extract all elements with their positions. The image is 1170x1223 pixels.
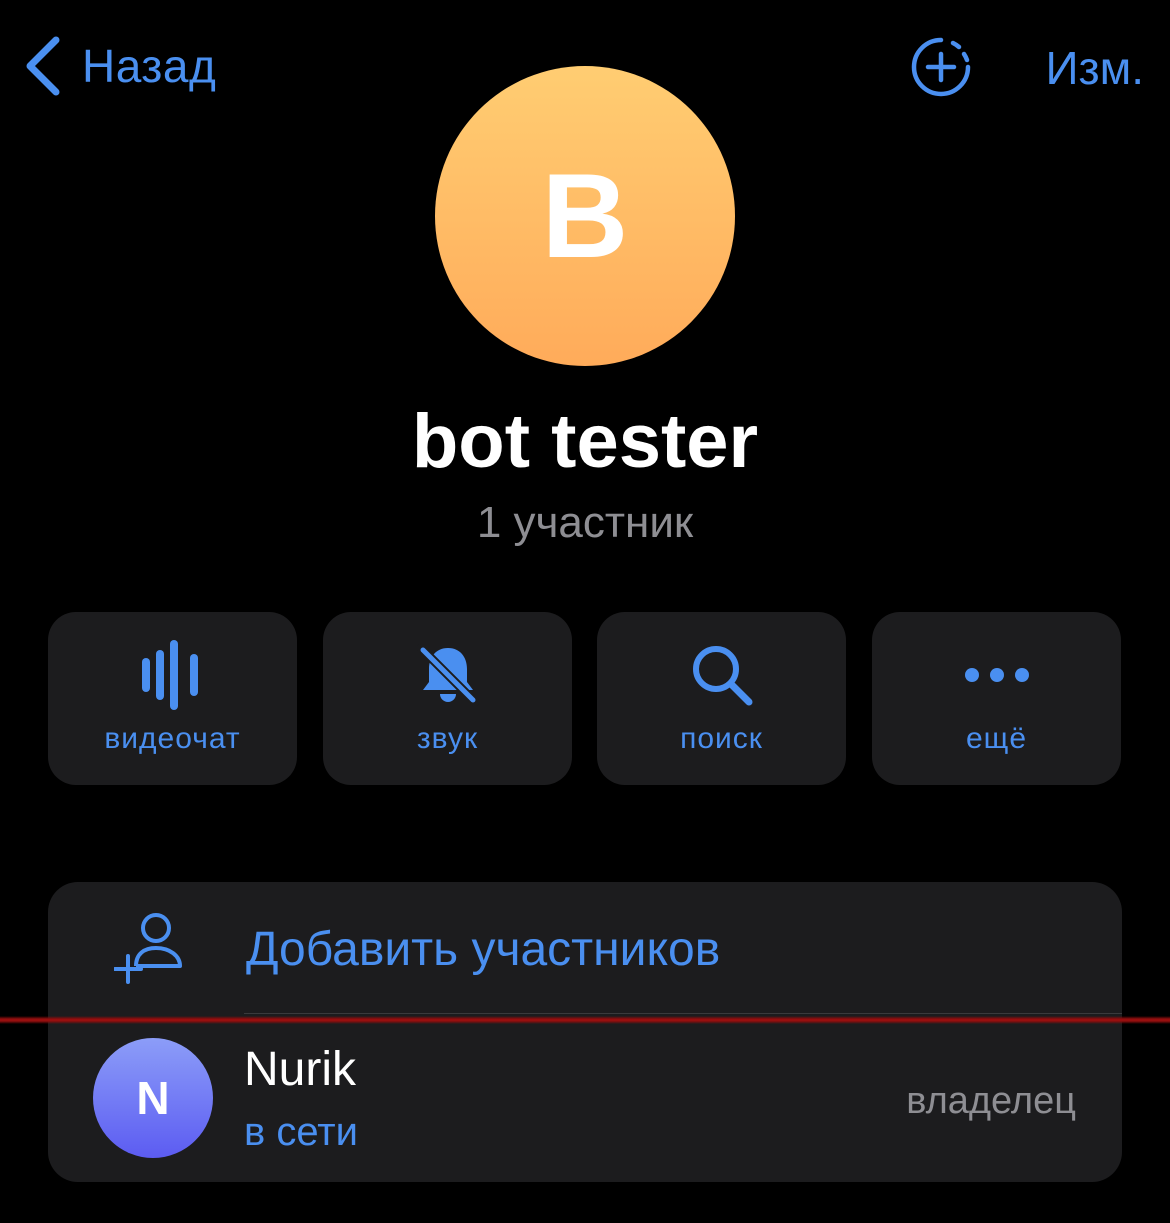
bell-muted-icon <box>323 640 572 710</box>
annotation-line <box>0 1016 1170 1024</box>
add-members-button[interactable]: Добавить участников <box>48 882 1122 1014</box>
voice-chat-label: видеочат <box>104 722 241 755</box>
search-button[interactable]: поиск <box>597 612 846 785</box>
mute-button[interactable]: звук <box>323 612 572 785</box>
voice-chat-icon <box>48 640 297 710</box>
member-row[interactable]: N Nurik в сети владелец <box>48 1014 1122 1182</box>
more-dots-icon <box>872 640 1121 710</box>
group-avatar-letter: B <box>541 149 629 283</box>
member-role-badge: владелец <box>906 1080 1076 1122</box>
back-button[interactable]: Назад <box>18 30 216 102</box>
add-members-label: Добавить участников <box>246 923 721 976</box>
search-label: поиск <box>680 722 763 755</box>
more-label: ещё <box>965 722 1028 755</box>
member-name: Nurik <box>244 1043 357 1096</box>
add-circle-dashed-icon <box>909 35 973 104</box>
back-label: Назад <box>82 40 217 92</box>
group-avatar[interactable]: B <box>435 66 735 366</box>
chevron-left-icon <box>18 30 66 102</box>
more-button[interactable]: ещё <box>872 612 1121 785</box>
add-person-icon <box>113 910 186 986</box>
search-icon <box>597 640 846 710</box>
member-status: в сети <box>244 1110 358 1154</box>
edit-button[interactable]: Изм. <box>1045 38 1144 98</box>
group-member-count: 1 участник <box>476 498 694 547</box>
voice-chat-button[interactable]: видеочат <box>48 612 297 785</box>
member-avatar: N <box>93 1038 213 1158</box>
add-story-button[interactable] <box>906 34 976 104</box>
member-avatar-letter: N <box>136 1072 170 1124</box>
mute-label: звук <box>416 722 479 755</box>
members-card: Добавить участников N Nurik в сети владе… <box>48 882 1122 1182</box>
group-title: bot tester <box>411 399 759 484</box>
